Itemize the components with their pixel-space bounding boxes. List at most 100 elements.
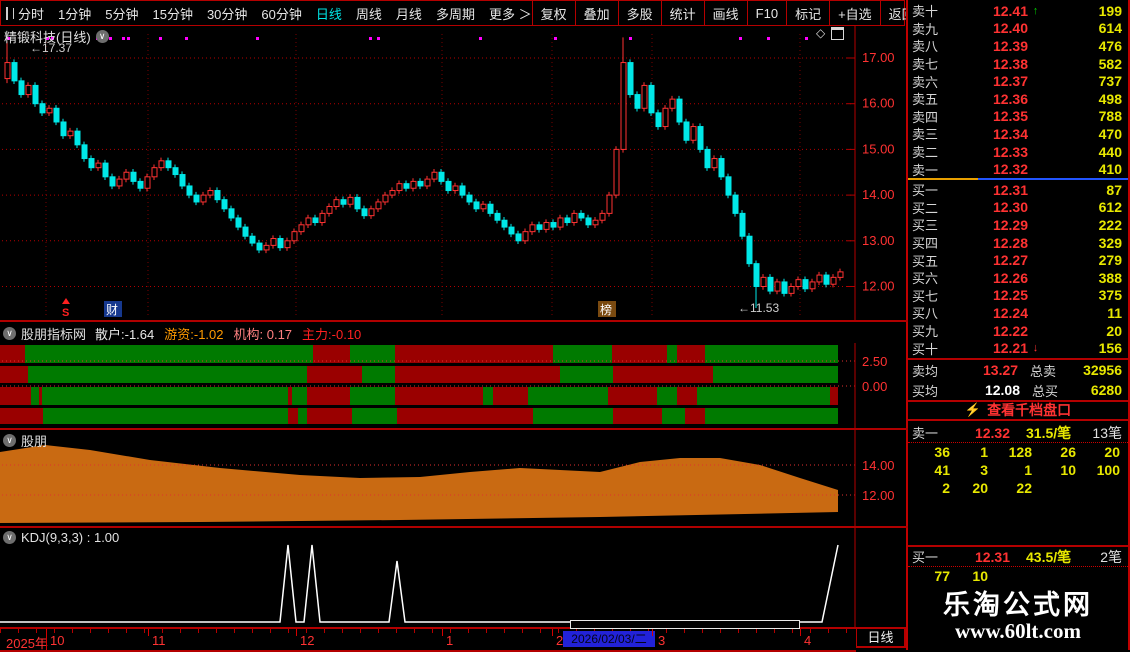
sell-row-8[interactable]: 卖二 12.33 440 bbox=[908, 143, 1128, 161]
buy-row-4[interactable]: 买五 12.27 279 bbox=[908, 251, 1128, 269]
period-menu: 分时 1分钟 5分钟 15分钟 30分钟 60分钟 日线 周线 月线 多周期 更多 ＞ bbox=[14, 4, 532, 23]
tab-period-3[interactable]: 15分钟 bbox=[152, 4, 192, 23]
tab-period-6[interactable]: 日线 bbox=[316, 4, 342, 23]
toolbar: 分时 1分钟 5分钟 15分钟 30分钟 60分钟 日线 周线 月线 多周期 更多 ＞ 复权 叠加 多股… bbox=[0, 0, 915, 26]
axis-month-label: 12 bbox=[300, 633, 315, 648]
axis-month-label: 11 bbox=[152, 633, 166, 648]
sell-queue-row-1: 41 3 1 10 100 bbox=[908, 461, 1128, 479]
y-axis-label: 16.00 bbox=[862, 96, 895, 111]
sell-queue-cell: 128 bbox=[1008, 444, 1032, 460]
sell-row-4[interactable]: 卖六 12.37 737 bbox=[908, 72, 1128, 90]
sell-one-price: 12.32 bbox=[974, 424, 1010, 441]
sell-queue-cell: 41 bbox=[934, 462, 950, 478]
toolbar-button-3[interactable]: 统计 bbox=[660, 1, 704, 25]
axis-tick bbox=[800, 629, 801, 636]
lightning-icon: ⚡ bbox=[964, 402, 982, 417]
watermark: 乐淘公式网 www.60lt.com bbox=[908, 590, 1128, 642]
buy-per-order: 43.5/笔 bbox=[1026, 548, 1072, 565]
buy-row-1[interactable]: 买二 12.30 612 bbox=[908, 199, 1128, 217]
bands-indicator[interactable]: 2.50 0.00 bbox=[0, 343, 908, 428]
chevron-down-icon[interactable]: ∨ bbox=[95, 30, 109, 43]
buy-level-label: 买九 bbox=[912, 324, 939, 340]
toolbar-button-2[interactable]: 多股 bbox=[617, 1, 661, 25]
buy-row-3[interactable]: 买四 12.28 329 bbox=[908, 234, 1128, 252]
y-axis-label: 13.00 bbox=[862, 233, 895, 248]
trading-terminal: { "toolbar": { "left_items": ["分时","1分钟"… bbox=[0, 0, 1130, 652]
tab-period-8[interactable]: 月线 bbox=[396, 4, 422, 23]
toolbar-button-6[interactable]: 标记 bbox=[786, 1, 829, 25]
buy-queue-row-0: 77 10 bbox=[908, 567, 1128, 585]
window-split-icon[interactable] bbox=[6, 6, 14, 20]
buy-queue-cell: 77 bbox=[934, 568, 950, 584]
sell-queue-cell: 3 bbox=[980, 462, 988, 478]
sell-row-9[interactable]: 卖一 12.32 410 bbox=[908, 160, 1128, 178]
buy-queue-header: 买一 12.31 43.5/笔 2笔 bbox=[908, 547, 1128, 567]
sell-volume: 788 bbox=[1098, 108, 1122, 125]
tab-period-0[interactable]: 分时 bbox=[18, 4, 44, 23]
sell-queue-cell: 26 bbox=[1060, 444, 1076, 460]
total-buy-label: 总买 bbox=[1032, 383, 1059, 399]
buy-level-label: 买五 bbox=[912, 253, 939, 269]
tab-period-2[interactable]: 5分钟 bbox=[105, 4, 138, 23]
toolbar-button-5[interactable]: F10 bbox=[746, 1, 786, 25]
diamond-icon[interactable]: ◇ bbox=[816, 26, 825, 40]
axis-month-label: 10 bbox=[50, 633, 65, 648]
buy-row-0[interactable]: 买一 12.31 87 bbox=[908, 181, 1128, 199]
total-sell-label: 总卖 bbox=[1030, 363, 1057, 379]
chevron-down-icon[interactable]: ∨ bbox=[3, 531, 16, 544]
chart-header: 精锻科技(日线) ∨ bbox=[4, 27, 109, 46]
signal-marker: S bbox=[62, 307, 69, 319]
buy-row-2[interactable]: 买三 12.29 222 bbox=[908, 216, 1128, 234]
sell-row-3[interactable]: 卖七 12.38 582 bbox=[908, 55, 1128, 73]
toolbar-button-1[interactable]: 叠加 bbox=[574, 1, 618, 25]
sell-price: 12.35 bbox=[992, 108, 1028, 125]
selected-date-label: 2026/02/03/二 bbox=[563, 631, 655, 647]
buy-volume: 11 bbox=[1107, 304, 1122, 321]
tab-period-10[interactable]: 更多 ＞ bbox=[489, 4, 532, 23]
date-axis[interactable]: 2025年 2026/02/03/二 10 11 12 1 2 3 4 bbox=[0, 627, 856, 652]
buy-volume: 87 bbox=[1106, 181, 1122, 198]
horizontal-scrollbar[interactable] bbox=[570, 620, 800, 629]
maximize-icon[interactable] bbox=[831, 26, 845, 40]
buy-volume: 329 bbox=[1098, 234, 1122, 251]
bang-marker[interactable]: 榜 bbox=[600, 302, 612, 317]
area-indicator[interactable]: 14.00 12.00 bbox=[0, 429, 908, 526]
period-indicator[interactable]: 日线 bbox=[856, 627, 906, 648]
buy-row-6[interactable]: 买七 12.25 375 bbox=[908, 287, 1128, 305]
sell-row-7[interactable]: 卖三 12.34 470 bbox=[908, 125, 1128, 143]
toolbar-button-0[interactable]: 复权 bbox=[531, 1, 575, 25]
buy-row-7[interactable]: 买八 12.24 11 bbox=[908, 304, 1128, 322]
view-full-depth-link[interactable]: ⚡ 查看千档盘口 bbox=[908, 401, 1128, 421]
sell-row-0[interactable]: 卖十 12.41 ↑ 199 bbox=[908, 2, 1128, 20]
chevron-down-icon[interactable]: ∨ bbox=[3, 327, 16, 340]
toolbar-button-4[interactable]: 画线 bbox=[703, 1, 747, 25]
tab-period-9[interactable]: 多周期 bbox=[436, 4, 475, 23]
sell-level-label: 卖七 bbox=[912, 57, 939, 73]
tab-period-7[interactable]: 周线 bbox=[356, 4, 382, 23]
sell-row-2[interactable]: 卖八 12.39 476 bbox=[908, 37, 1128, 55]
kdj-chart[interactable] bbox=[0, 527, 908, 627]
sell-row-5[interactable]: 卖五 12.36 498 bbox=[908, 90, 1128, 108]
y-axis-label: 14.00 bbox=[862, 458, 895, 473]
buy-row-5[interactable]: 买六 12.26 388 bbox=[908, 269, 1128, 287]
buy-one-price: 12.31 bbox=[974, 548, 1010, 565]
tab-period-4[interactable]: 30分钟 bbox=[207, 4, 247, 23]
buy-order-count: 2笔 bbox=[1100, 548, 1122, 565]
sell-queue-cell: 22 bbox=[1016, 480, 1032, 496]
buy-row-9[interactable]: 买十 12.21 ↓ 156 bbox=[908, 339, 1128, 357]
buy-level-label: 买七 bbox=[912, 288, 939, 304]
sell-queue-cell: 36 bbox=[934, 444, 950, 460]
trend-arrow-icon: ↑ bbox=[1032, 4, 1039, 17]
candlestick-chart[interactable]: 17.0016.0015.0014.0013.0012.00←17.37←11.… bbox=[0, 26, 908, 320]
buy-row-8[interactable]: 买九 12.22 20 bbox=[908, 322, 1128, 340]
sell-volume: 582 bbox=[1098, 55, 1122, 72]
toolbar-button-7[interactable]: +自选 bbox=[829, 1, 880, 25]
axis-month-label: 3 bbox=[658, 633, 666, 648]
cai-marker[interactable]: 财 bbox=[106, 303, 118, 317]
tab-period-1[interactable]: 1分钟 bbox=[58, 4, 91, 23]
sell-row-1[interactable]: 卖九 12.40 614 bbox=[908, 20, 1128, 38]
chevron-down-icon[interactable]: ∨ bbox=[3, 434, 16, 447]
tab-period-5[interactable]: 60分钟 bbox=[261, 4, 301, 23]
sell-row-6[interactable]: 卖四 12.35 788 bbox=[908, 108, 1128, 126]
sell-queue-row-2: 2 20 22 bbox=[908, 479, 1128, 497]
